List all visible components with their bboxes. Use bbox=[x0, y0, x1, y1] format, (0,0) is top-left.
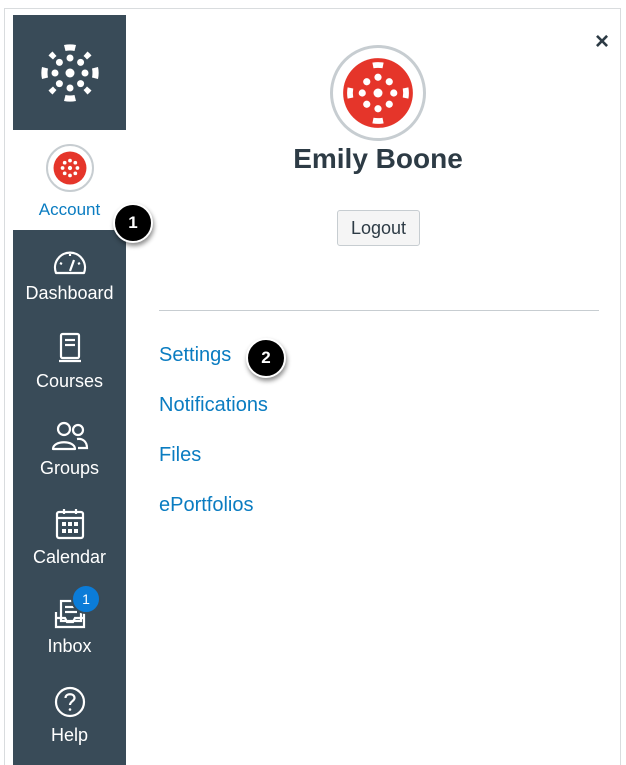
nav-item-label: Dashboard bbox=[25, 283, 114, 303]
settings-link[interactable]: Settings bbox=[159, 344, 231, 367]
nav-item-label: Calendar bbox=[32, 547, 107, 567]
canvas-logo[interactable] bbox=[13, 15, 126, 130]
nav-item-label: Groups bbox=[39, 458, 100, 478]
nav-item-help[interactable]: Help bbox=[13, 685, 126, 746]
nav-item-label: Help bbox=[50, 725, 89, 745]
user-avatar bbox=[330, 45, 426, 141]
account-label: Account bbox=[38, 200, 101, 219]
nav-item-groups[interactable]: Groups bbox=[13, 418, 126, 479]
logout-button[interactable]: Logout bbox=[337, 210, 420, 246]
nav-item-account[interactable]: Account bbox=[13, 130, 126, 230]
callout-marker-2: 2 bbox=[246, 338, 286, 378]
nav-item-calendar[interactable]: Calendar bbox=[13, 507, 126, 568]
callout-marker-1: 1 bbox=[113, 203, 153, 243]
close-tray-button[interactable]: × bbox=[590, 28, 614, 56]
nav-item-label: Courses bbox=[35, 371, 104, 391]
nav-item-dashboard[interactable]: Dashboard bbox=[13, 243, 126, 304]
canvas-logo-icon bbox=[343, 58, 413, 128]
courses-icon bbox=[56, 331, 84, 365]
divider bbox=[159, 310, 599, 311]
dashboard-icon bbox=[52, 243, 88, 277]
help-icon bbox=[53, 685, 87, 719]
groups-icon bbox=[50, 418, 90, 452]
user-name: Emily Boone bbox=[293, 143, 463, 174]
inbox-unread-badge: 1 bbox=[71, 584, 101, 614]
global-navigation: Account Dashboard Courses Groups Calenda… bbox=[13, 15, 126, 765]
nav-item-courses[interactable]: Courses bbox=[13, 331, 126, 392]
notifications-link[interactable]: Notifications bbox=[159, 394, 268, 417]
eportfolios-link[interactable]: ePortfolios bbox=[159, 494, 254, 517]
files-link[interactable]: Files bbox=[159, 444, 201, 467]
account-avatar bbox=[45, 144, 94, 192]
canvas-logo-icon bbox=[53, 151, 86, 185]
nav-item-label: Inbox bbox=[47, 636, 92, 656]
canvas-logo-icon bbox=[40, 43, 99, 102]
calendar-icon bbox=[54, 507, 86, 541]
nav-item-inbox[interactable]: 1 Inbox bbox=[13, 584, 126, 657]
